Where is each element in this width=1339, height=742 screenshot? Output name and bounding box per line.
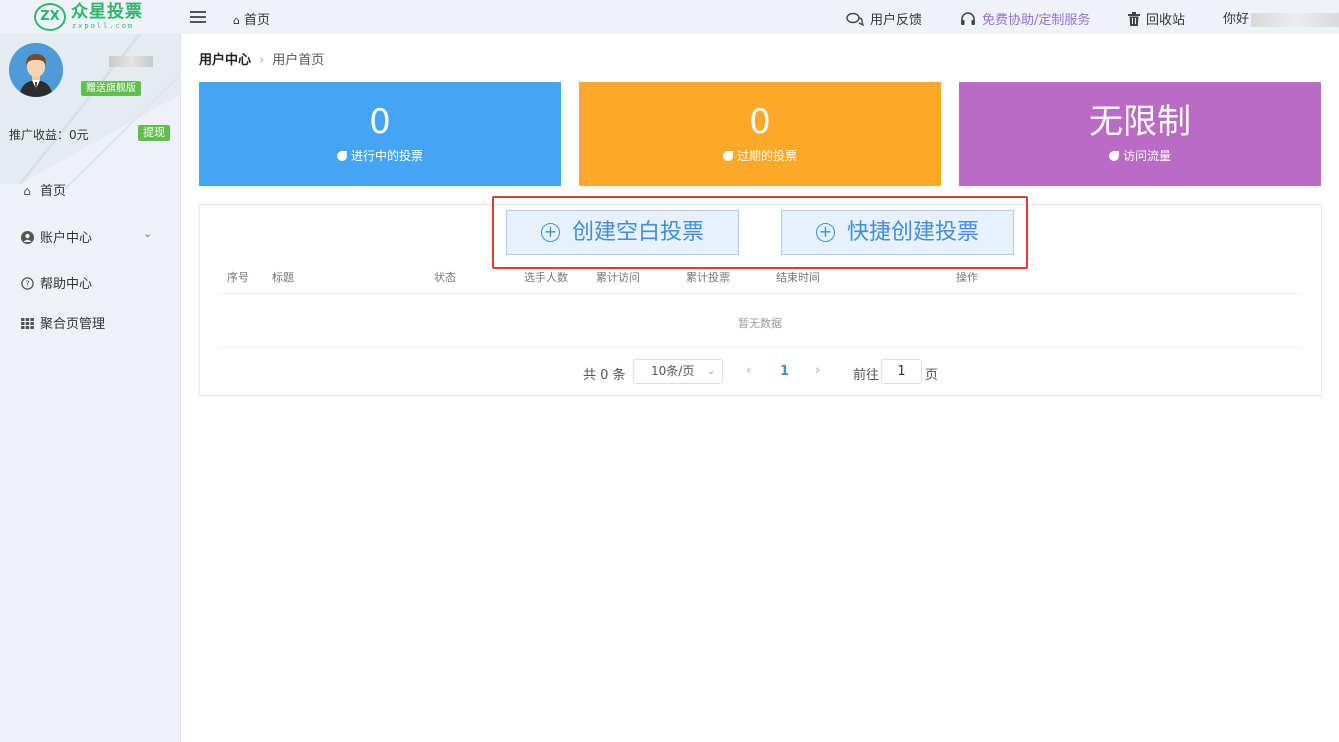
recycle-label: 回收站 xyxy=(1146,13,1186,28)
username-blurred xyxy=(109,56,153,67)
top-home-label: 首页 xyxy=(243,13,270,28)
page-suffix: 页 xyxy=(925,368,939,383)
home-icon: ⌂ xyxy=(233,14,240,27)
column-header-actions: 操作 xyxy=(956,271,978,284)
chevron-down-icon: ⌄ xyxy=(143,227,153,240)
column-header-status: 状态 xyxy=(434,271,456,284)
greeting-label: 你好 xyxy=(1223,12,1250,27)
goto-label: 前往 xyxy=(853,368,880,383)
feedback-label: 用户反馈 xyxy=(870,13,923,28)
stat-label: 访问流量 xyxy=(959,149,1321,163)
promo-earnings: 推广收益：0元 xyxy=(9,128,89,142)
username-blurred xyxy=(1251,12,1339,27)
stat-label-text: 进行中的投票 xyxy=(350,149,423,163)
menu-toggle-icon[interactable] xyxy=(190,11,206,24)
user-greeting[interactable]: 你好 xyxy=(1223,8,1339,27)
column-header-index: 序号 xyxy=(227,271,249,284)
stat-card-traffic[interactable]: 无限制 访问流量 xyxy=(959,82,1321,186)
stat-label: 过期的投票 xyxy=(579,149,941,163)
column-header-contestants: 选手人数 xyxy=(524,271,568,284)
breadcrumb-separator-icon: › xyxy=(259,53,265,68)
empty-state: 暂无数据 xyxy=(738,317,782,330)
grid-icon xyxy=(20,317,34,331)
column-header-end-time: 结束时间 xyxy=(776,271,820,284)
sidebar-item-help[interactable]: ? 帮助中心 xyxy=(20,273,170,292)
logo[interactable]: ZX 众星投票 zxpoll.com xyxy=(34,2,154,32)
create-blank-vote-button[interactable]: + 创建空白投票 xyxy=(506,210,739,255)
question-circle-icon: ? xyxy=(20,277,34,291)
sidebar-item-label: 账户中心 xyxy=(40,231,93,246)
sidebar-item-account[interactable]: 账户中心 ⌄ xyxy=(20,227,170,246)
profile-card: 赠送旗舰版 推广收益：0元 提现 xyxy=(0,34,180,194)
avatar[interactable] xyxy=(9,43,63,97)
pagination-total: 共 0 条 xyxy=(583,368,626,383)
trash-icon xyxy=(1128,12,1140,28)
column-header-title: 标题 xyxy=(272,271,294,284)
stat-label-text: 访问流量 xyxy=(1122,149,1171,163)
chevron-down-icon: ⌄ xyxy=(707,366,716,377)
table-header-divider xyxy=(218,293,1302,294)
svg-text:?: ? xyxy=(25,280,29,289)
table-bottom-divider xyxy=(218,347,1302,348)
withdraw-button[interactable]: 提现 xyxy=(138,125,170,141)
stat-card-expired-votes[interactable]: 0 过期的投票 xyxy=(579,82,941,186)
pie-chart-icon xyxy=(1108,151,1119,161)
quick-create-vote-button[interactable]: + 快捷创建投票 xyxy=(781,210,1014,255)
user-circle-icon xyxy=(20,231,34,245)
pie-chart-icon xyxy=(722,151,733,161)
stat-value: 0 xyxy=(749,102,771,142)
logo-mark: ZX xyxy=(34,3,66,31)
goto-page-input[interactable] xyxy=(881,359,922,384)
breadcrumb-user-home: 用户首页 xyxy=(272,53,325,68)
plus-circle-icon: + xyxy=(815,223,835,242)
headset-icon xyxy=(960,12,976,28)
page-size-value: 10条/页 xyxy=(651,364,695,378)
sidebar-item-label: 聚合页管理 xyxy=(40,317,106,332)
plus-circle-icon: + xyxy=(540,223,560,242)
feedback-link[interactable]: 用户反馈 xyxy=(846,9,922,28)
column-header-visits: 累计访问 xyxy=(596,271,640,284)
chat-icon xyxy=(846,12,865,28)
stat-label-text: 过期的投票 xyxy=(736,149,797,163)
current-page-number[interactable]: 1 xyxy=(780,364,789,379)
breadcrumb: 用户中心 › 用户首页 xyxy=(199,49,324,68)
sidebar-item-label: 帮助中心 xyxy=(40,277,93,292)
pie-chart-icon xyxy=(336,151,347,161)
next-page-icon[interactable]: › xyxy=(815,363,820,378)
page-size-select[interactable]: 10条/页 ⌄ xyxy=(633,359,723,384)
recycle-bin-link[interactable]: 回收站 xyxy=(1128,9,1185,28)
sidebar: 赠送旗舰版 推广收益：0元 提现 ⌂ 首页 账户中心 ⌄ ? 帮助中心 聚合页管理 xyxy=(0,34,181,742)
logo-title: 众星投票 xyxy=(71,2,143,22)
stat-value: 无限制 xyxy=(1089,102,1191,142)
breadcrumb-user-center[interactable]: 用户中心 xyxy=(199,53,251,68)
column-header-votes: 累计投票 xyxy=(686,271,730,284)
top-bar: ZX 众星投票 zxpoll.com ⌂ 首页 用户反馈 免费协助/定制服务 回收… xyxy=(0,0,1339,34)
quick-create-label: 快捷创建投票 xyxy=(846,220,979,245)
sidebar-item-aggregate[interactable]: 聚合页管理 xyxy=(20,313,170,332)
stat-card-active-votes[interactable]: 0 进行中的投票 xyxy=(199,82,561,186)
service-link[interactable]: 免费协助/定制服务 xyxy=(960,9,1090,28)
edition-badge: 赠送旗舰版 xyxy=(81,81,141,96)
service-label: 免费协助/定制服务 xyxy=(982,13,1091,28)
top-home-link[interactable]: ⌂ 首页 xyxy=(233,9,270,28)
stat-label: 进行中的投票 xyxy=(199,149,561,163)
prev-page-icon[interactable]: ‹ xyxy=(746,363,751,378)
create-blank-label: 创建空白投票 xyxy=(571,220,704,245)
logo-subtitle: zxpoll.com xyxy=(72,22,135,30)
home-icon: ⌂ xyxy=(23,184,31,198)
sidebar-item-home[interactable]: ⌂ 首页 xyxy=(20,180,170,199)
stat-value: 0 xyxy=(369,102,391,142)
sidebar-item-label: 首页 xyxy=(40,184,67,199)
